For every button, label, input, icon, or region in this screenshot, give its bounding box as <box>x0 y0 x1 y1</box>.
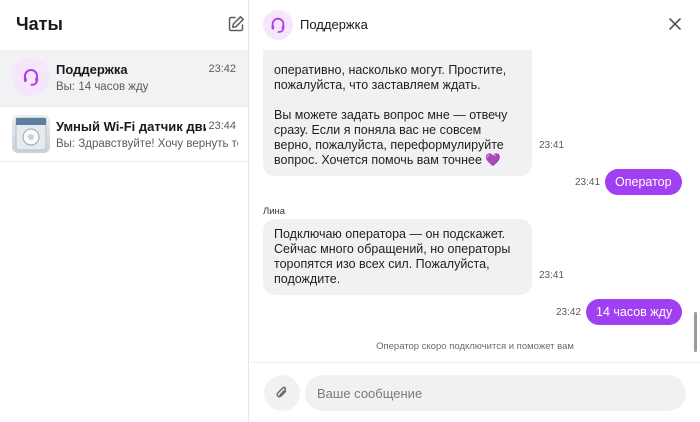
conversation-title: Поддержка <box>300 17 368 32</box>
close-icon[interactable] <box>668 17 682 31</box>
chat-name: Умный Wi-Fi датчик движения <box>56 119 206 134</box>
chat-time: 23:42 <box>208 63 236 75</box>
chat-item-support[interactable]: Поддержка 23:42 Вы: 14 часов жду <box>0 50 248 106</box>
message-list[interactable]: оперативно, насколько могут. Простите, п… <box>250 50 700 362</box>
message-time: 23:41 <box>539 270 565 281</box>
compose-icon[interactable] <box>227 15 245 33</box>
incoming-message: оперативно, насколько могут. Простите, п… <box>263 50 532 176</box>
attach-button[interactable] <box>264 375 300 411</box>
sender-name: Лина <box>263 206 286 217</box>
message-time: 23:42 <box>556 307 582 318</box>
message-time: 23:41 <box>539 140 565 151</box>
conversation-panel: Поддержка оперативно, насколько могут. П… <box>250 0 700 422</box>
headset-icon <box>23 69 39 86</box>
message-composer <box>250 362 700 422</box>
motion-sensor-image <box>15 117 47 151</box>
chat-name: Поддержка <box>56 62 128 77</box>
chat-preview: Вы: Здравствуйте! Хочу вернуть товар <box>56 138 238 150</box>
headset-icon <box>271 17 285 33</box>
conversation-header: Поддержка <box>250 0 700 50</box>
scrollbar[interactable] <box>694 312 697 352</box>
chat-time: 23:44 <box>208 120 236 132</box>
message-text: Вы можете задать вопрос мне — отвечу сра… <box>274 108 508 167</box>
chat-list-title: Чаты <box>16 14 63 34</box>
paperclip-icon <box>276 386 287 398</box>
message-text: оперативно, насколько могут. Простите, п… <box>274 63 507 92</box>
system-note: Оператор скоро подключится и поможет вам <box>376 341 574 352</box>
message-text-clipped <box>274 50 521 63</box>
product-thumbnail <box>12 115 50 153</box>
chat-list-panel: Чаты Поддержка 23:42 Вы: 14 часов жду Ум… <box>0 0 249 422</box>
divider <box>0 161 248 162</box>
incoming-message: Подключаю оператора — он подскажет. Сейч… <box>263 219 532 295</box>
outgoing-message: Оператор <box>605 169 682 195</box>
avatar <box>263 10 293 40</box>
message-time: 23:41 <box>575 177 601 188</box>
message-text: Подключаю оператора — он подскажет. Сейч… <box>274 227 511 286</box>
outgoing-message: 14 часов жду <box>586 299 683 325</box>
chat-item-product[interactable]: Умный Wi-Fi датчик движения 23:44 Вы: Зд… <box>0 107 248 163</box>
chat-list-header: Чаты <box>0 0 248 50</box>
message-input[interactable] <box>305 375 686 411</box>
avatar <box>12 58 50 96</box>
chat-preview: Вы: 14 часов жду <box>56 81 149 93</box>
